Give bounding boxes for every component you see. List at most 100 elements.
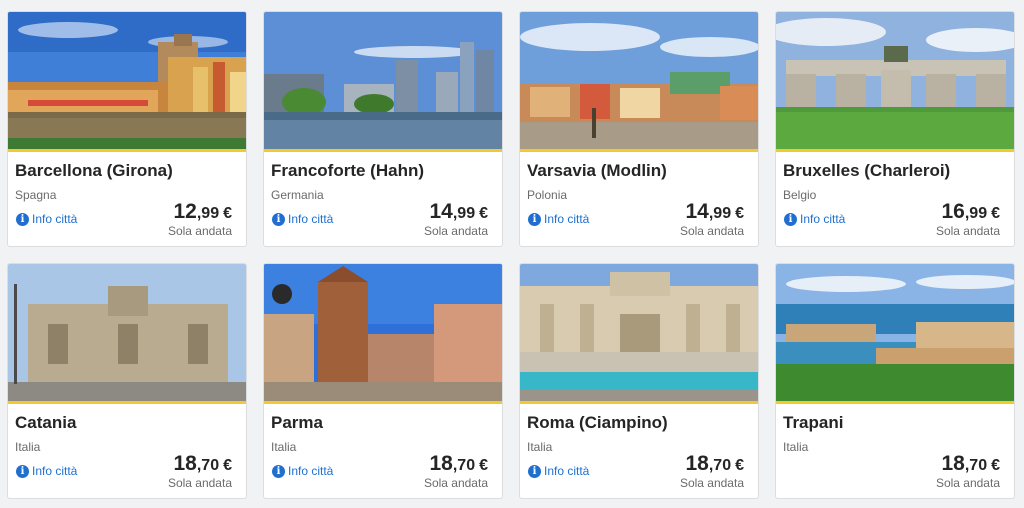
destination-photo xyxy=(520,264,758,401)
price-decimals: ,70 xyxy=(708,457,732,474)
price: 18,70 € xyxy=(429,452,488,476)
info-citta-link[interactable]: i Info città xyxy=(16,464,77,478)
info-citta-link[interactable]: i Info città xyxy=(272,212,333,226)
destination-card-varsavia[interactable]: Varsavia (Modlin) Polonia i Info città 1… xyxy=(519,11,759,247)
city-name: Catania xyxy=(15,413,77,432)
one-way-label: Sola andata xyxy=(423,476,488,490)
currency-symbol: € xyxy=(991,457,1000,474)
destination-card-catania[interactable]: Catania Italia i Info città 18,70 € Sola … xyxy=(7,263,247,499)
city-name: Bruxelles (Charleroi) xyxy=(783,161,951,180)
country-name: Italia xyxy=(271,440,297,454)
info-citta-link[interactable]: i Info città xyxy=(528,464,589,478)
accent-bar xyxy=(520,401,758,404)
city-name: Parma xyxy=(271,413,323,432)
info-citta-label: Info città xyxy=(544,212,590,226)
info-citta-link[interactable]: i Info città xyxy=(784,212,845,226)
info-citta-link[interactable]: i Info città xyxy=(16,212,77,226)
destination-card-barcellona[interactable]: Barcellona (Girona) Spagna i Info città … xyxy=(7,11,247,247)
info-citta-label: Info città xyxy=(288,212,334,226)
currency-symbol: € xyxy=(479,457,488,474)
one-way-label: Sola andata xyxy=(935,476,1000,490)
currency-symbol: € xyxy=(991,205,1000,222)
one-way-label: Sola andata xyxy=(167,476,232,490)
price: 18,70 € xyxy=(173,452,232,476)
info-citta-label: Info città xyxy=(32,464,78,478)
currency-symbol: € xyxy=(735,457,744,474)
price-integer: 12 xyxy=(173,200,197,223)
city-name: Roma (Ciampino) xyxy=(527,413,668,432)
one-way-label: Sola andata xyxy=(935,224,1000,238)
one-way-label: Sola andata xyxy=(167,224,232,238)
price-integer: 18 xyxy=(941,452,965,475)
destination-photo xyxy=(264,264,502,401)
price-integer: 18 xyxy=(173,452,197,475)
destination-photo xyxy=(776,264,1014,401)
info-citta-label: Info città xyxy=(544,464,590,478)
price: 18,70 € xyxy=(685,452,744,476)
one-way-label: Sola andata xyxy=(423,224,488,238)
info-icon: i xyxy=(528,212,541,226)
country-name: Italia xyxy=(15,440,41,454)
destination-photo xyxy=(776,12,1014,149)
info-icon: i xyxy=(528,464,541,478)
currency-symbol: € xyxy=(479,205,488,222)
destination-photo xyxy=(264,12,502,149)
price-integer: 14 xyxy=(429,200,453,223)
info-citta-link[interactable]: i Info città xyxy=(528,212,589,226)
country-name: Italia xyxy=(783,440,809,454)
price-integer: 18 xyxy=(685,452,709,475)
country-name: Belgio xyxy=(783,188,817,202)
accent-bar xyxy=(8,149,246,152)
accent-bar xyxy=(264,401,502,404)
info-icon: i xyxy=(784,212,797,226)
accent-bar xyxy=(776,149,1014,152)
accent-bar xyxy=(776,401,1014,404)
destination-card-parma[interactable]: Parma Italia i Info città 18,70 € Sola an… xyxy=(263,263,503,499)
accent-bar xyxy=(264,149,502,152)
info-icon: i xyxy=(272,464,285,478)
city-name: Varsavia (Modlin) xyxy=(527,161,667,180)
currency-symbol: € xyxy=(223,457,232,474)
destination-card-roma[interactable]: Roma (Ciampino) Italia i Info città 18,7… xyxy=(519,263,759,499)
price: 12,99 € xyxy=(173,200,232,224)
price: 14,99 € xyxy=(429,200,488,224)
info-citta-label: Info città xyxy=(288,464,334,478)
country-name: Spagna xyxy=(15,188,57,202)
country-name: Polonia xyxy=(527,188,568,202)
currency-symbol: € xyxy=(223,205,232,222)
one-way-label: Sola andata xyxy=(679,476,744,490)
price-decimals: ,99 xyxy=(708,205,732,222)
info-citta-link[interactable]: i Info città xyxy=(272,464,333,478)
price: 14,99 € xyxy=(685,200,744,224)
destination-card-bruxelles[interactable]: Bruxelles (Charleroi) Belgio i Info citt… xyxy=(775,11,1015,247)
price-decimals: ,99 xyxy=(196,205,220,222)
country-name: Germania xyxy=(271,188,324,202)
destination-card-francoforte[interactable]: Francoforte (Hahn) Germania i Info città… xyxy=(263,11,503,247)
destination-photo xyxy=(8,264,246,401)
city-name: Barcellona (Girona) xyxy=(15,161,173,180)
info-icon: i xyxy=(16,464,29,478)
info-citta-label: Info città xyxy=(800,212,846,226)
accent-bar xyxy=(8,401,246,404)
destination-photo xyxy=(520,12,758,149)
destination-card-trapani[interactable]: Trapani Italia 18,70 € Sola andata xyxy=(775,263,1015,499)
destinations-grid: Barcellona (Girona) Spagna i Info città … xyxy=(0,0,1024,508)
destination-photo xyxy=(8,12,246,149)
city-name: Trapani xyxy=(783,413,844,432)
price-decimals: ,70 xyxy=(452,457,476,474)
price: 18,70 € xyxy=(941,452,1000,476)
price-decimals: ,70 xyxy=(196,457,220,474)
price-decimals: ,99 xyxy=(452,205,476,222)
one-way-label: Sola andata xyxy=(679,224,744,238)
price-integer: 18 xyxy=(429,452,453,475)
price-integer: 14 xyxy=(685,200,709,223)
currency-symbol: € xyxy=(735,205,744,222)
country-name: Italia xyxy=(527,440,553,454)
city-name: Francoforte (Hahn) xyxy=(271,161,424,180)
info-citta-label: Info città xyxy=(32,212,78,226)
accent-bar xyxy=(520,149,758,152)
price: 16,99 € xyxy=(941,200,1000,224)
price-decimals: ,70 xyxy=(964,457,988,474)
price-decimals: ,99 xyxy=(964,205,988,222)
price-integer: 16 xyxy=(941,200,965,223)
